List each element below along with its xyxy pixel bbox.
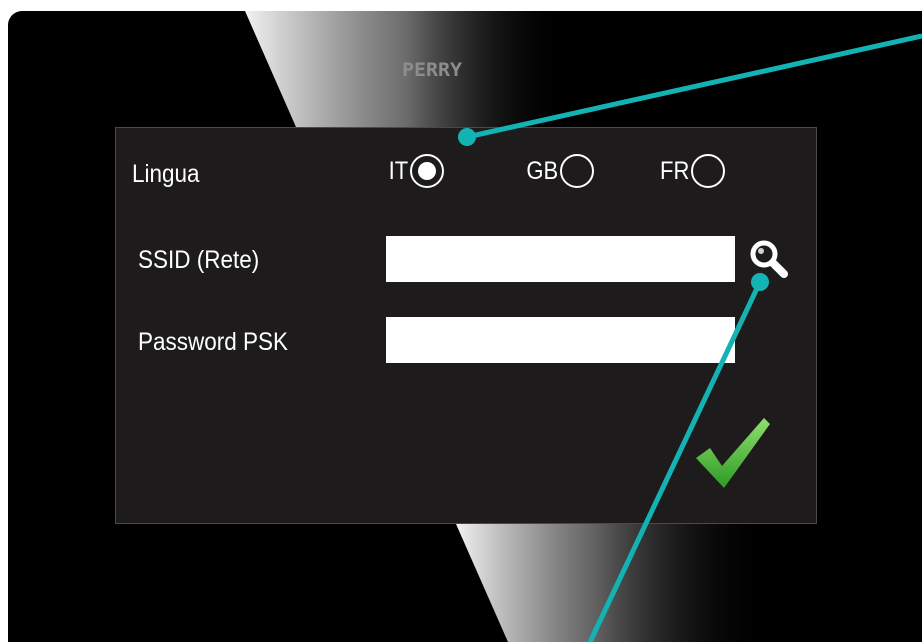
language-option-fr[interactable]: FR xyxy=(656,154,726,188)
checkmark-icon[interactable] xyxy=(694,414,772,494)
language-fr-radio[interactable] xyxy=(691,154,726,188)
ssid-label: SSID (Rete) xyxy=(138,246,260,274)
brand-logo: PERRY xyxy=(402,59,463,81)
ssid-input[interactable] xyxy=(386,236,735,282)
language-option-it[interactable]: IT xyxy=(386,154,445,188)
language-gb-label: GB xyxy=(526,156,559,185)
language-label: Lingua xyxy=(132,160,200,188)
magnifier-icon[interactable] xyxy=(748,238,792,282)
password-label: Password PSK xyxy=(138,328,289,356)
password-input[interactable] xyxy=(386,317,735,363)
language-fr-label: FR xyxy=(659,156,690,185)
device-screen: PERRY Lingua IT GB FR SSID (Rete) Passwo… xyxy=(8,11,922,642)
language-gb-radio[interactable] xyxy=(560,154,595,188)
language-it-label: IT xyxy=(388,156,409,185)
language-option-gb[interactable]: GB xyxy=(522,154,595,188)
wifi-settings-panel: Lingua IT GB FR SSID (Rete) Password PSK xyxy=(115,127,817,524)
language-it-radio[interactable] xyxy=(410,154,445,188)
